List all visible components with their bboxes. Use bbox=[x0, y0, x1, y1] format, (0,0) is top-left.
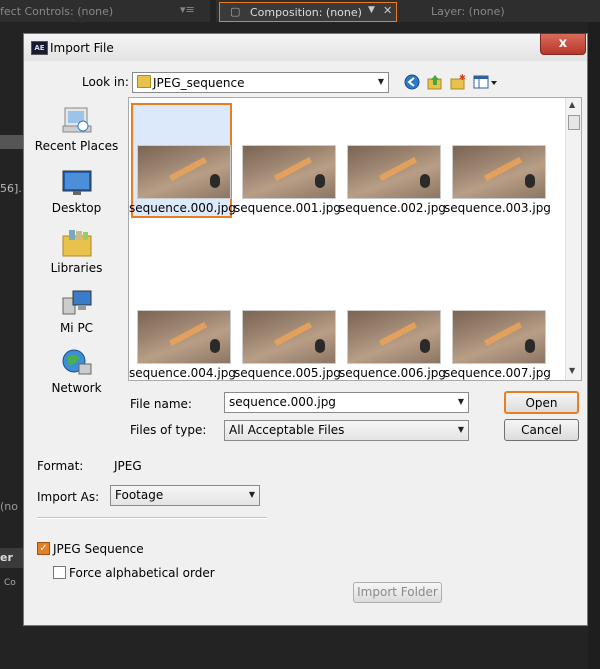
import-as-label: Import As: bbox=[37, 490, 100, 504]
file-name: sequence.002.jpg bbox=[339, 201, 446, 215]
force-alphabetical-label: Force alphabetical order bbox=[69, 566, 215, 580]
right-panel-strip bbox=[588, 22, 600, 669]
file-thumbnail bbox=[452, 310, 546, 364]
effect-controls-tab[interactable]: fect Controls: (none) bbox=[0, 5, 113, 18]
composition-menu-icon[interactable]: ▼ bbox=[368, 5, 375, 15]
file-item[interactable]: sequence.006.jpg bbox=[339, 267, 446, 380]
left-panel-text: 56]. bbox=[0, 182, 22, 195]
place-label: Network bbox=[51, 381, 102, 395]
format-label: Format: bbox=[37, 459, 84, 473]
chevron-down-icon: ▼ bbox=[377, 77, 384, 86]
lock-icon[interactable]: ▢ bbox=[230, 5, 240, 18]
file-name: sequence.006.jpg bbox=[339, 366, 446, 380]
scroll-thumb[interactable] bbox=[568, 115, 580, 130]
left-panel-text-4: Co bbox=[4, 578, 16, 588]
up-folder-icon[interactable] bbox=[427, 74, 443, 90]
view-menu-icon[interactable] bbox=[473, 74, 499, 90]
left-panel-text-3: er bbox=[0, 551, 13, 564]
file-item[interactable]: sequence.002.jpg bbox=[339, 102, 446, 220]
file-item[interactable]: sequence.004.jpg bbox=[129, 267, 236, 380]
file-name-label: File name: bbox=[130, 397, 192, 411]
place-desktop[interactable]: Desktop bbox=[24, 168, 129, 215]
file-name-input[interactable]: sequence.000.jpg ▼ bbox=[224, 392, 469, 413]
places-bar: Recent Places Desktop Libraries Mi PC Ne… bbox=[24, 96, 129, 426]
svg-text:✱: ✱ bbox=[459, 74, 466, 82]
after-effects-icon: AE bbox=[31, 41, 48, 55]
jpeg-sequence-label: JPEG Sequence bbox=[53, 542, 144, 556]
file-item[interactable]: sequence.000.jpg bbox=[129, 102, 236, 220]
libraries-icon bbox=[61, 228, 93, 258]
dialog-titlebar[interactable]: AE Import File x bbox=[24, 33, 587, 61]
file-thumbnail bbox=[242, 310, 336, 364]
look-in-value: JPEG_sequence bbox=[153, 76, 245, 90]
folder-icon bbox=[137, 75, 151, 88]
place-libraries[interactable]: Libraries bbox=[24, 228, 129, 275]
computer-icon bbox=[61, 288, 93, 318]
import-as-dropdown[interactable]: Footage ▼ bbox=[110, 485, 260, 506]
file-list-scrollbar[interactable]: ▲ ▼ bbox=[565, 98, 581, 380]
scroll-up-icon[interactable]: ▲ bbox=[569, 100, 575, 109]
file-thumbnail bbox=[242, 145, 336, 199]
file-name: sequence.007.jpg bbox=[444, 366, 551, 380]
files-of-type-dropdown[interactable]: All Acceptable Files ▼ bbox=[224, 420, 469, 441]
jpeg-sequence-checkbox[interactable]: ✓ bbox=[37, 542, 50, 555]
file-thumbnail bbox=[452, 145, 546, 199]
chevron-down-icon: ▼ bbox=[457, 425, 464, 434]
file-item[interactable]: sequence.007.jpg bbox=[444, 267, 551, 380]
look-in-label: Look in: bbox=[82, 75, 129, 89]
place-recent-places[interactable]: Recent Places bbox=[24, 106, 129, 153]
file-item[interactable]: sequence.005.jpg bbox=[234, 267, 341, 380]
file-name: sequence.000.jpg bbox=[129, 201, 236, 215]
place-label: Libraries bbox=[50, 261, 103, 275]
file-name: sequence.003.jpg bbox=[444, 201, 551, 215]
place-computer[interactable]: Mi PC bbox=[24, 288, 129, 335]
panel-menu-icon[interactable]: ▾≡ bbox=[180, 3, 195, 16]
composition-tab[interactable]: ▢ Composition: (none) ▼ ✕ bbox=[219, 2, 397, 22]
file-thumbnail bbox=[347, 310, 441, 364]
new-folder-icon[interactable]: ✱ bbox=[450, 73, 466, 90]
recent-places-icon bbox=[61, 106, 93, 136]
desktop-icon bbox=[61, 168, 93, 198]
close-button[interactable]: x bbox=[540, 33, 586, 55]
layer-tab[interactable]: Layer: (none) bbox=[431, 5, 505, 18]
import-as-value: Footage bbox=[115, 488, 164, 502]
file-name: sequence.004.jpg bbox=[129, 366, 236, 380]
place-label: Desktop bbox=[51, 201, 102, 215]
open-button[interactable]: Open bbox=[504, 391, 579, 414]
back-icon[interactable] bbox=[404, 74, 420, 90]
file-thumbnail bbox=[137, 310, 231, 364]
import-folder-button[interactable]: Import Folder bbox=[353, 582, 442, 603]
network-icon bbox=[61, 348, 93, 378]
composition-close-icon[interactable]: ✕ bbox=[383, 4, 392, 17]
composition-tab-label: Composition: (none) bbox=[250, 6, 362, 19]
files-of-type-value: All Acceptable Files bbox=[229, 423, 345, 437]
file-thumbnail bbox=[137, 145, 231, 199]
file-list-pane[interactable]: sequence.000.jpg sequence.001.jpg sequen… bbox=[128, 97, 582, 381]
file-name-value: sequence.000.jpg bbox=[229, 395, 336, 409]
import-file-dialog: AE Import File x Look in: JPEG_sequence … bbox=[23, 33, 588, 626]
files-of-type-label: Files of type: bbox=[130, 423, 207, 437]
left-panel-strip bbox=[0, 135, 23, 149]
scroll-down-icon[interactable]: ▼ bbox=[569, 366, 575, 375]
place-label: Recent Places bbox=[34, 139, 119, 153]
file-item[interactable]: sequence.003.jpg bbox=[444, 102, 551, 220]
place-network[interactable]: Network bbox=[24, 348, 129, 395]
place-label: Mi PC bbox=[59, 321, 94, 335]
chevron-down-icon: ▼ bbox=[457, 397, 464, 406]
look-in-dropdown[interactable]: JPEG_sequence ▼ bbox=[132, 72, 389, 93]
file-thumbnail bbox=[347, 145, 441, 199]
left-panel-text-2: (no bbox=[0, 500, 18, 513]
file-name: sequence.001.jpg bbox=[234, 201, 341, 215]
dialog-title: Import File bbox=[50, 41, 114, 55]
chevron-down-icon: ▼ bbox=[248, 490, 255, 499]
force-alphabetical-checkbox[interactable] bbox=[53, 566, 66, 579]
divider bbox=[37, 517, 267, 519]
format-value: JPEG bbox=[114, 459, 142, 473]
file-name: sequence.005.jpg bbox=[234, 366, 341, 380]
file-item[interactable]: sequence.001.jpg bbox=[234, 102, 341, 220]
cancel-button[interactable]: Cancel bbox=[504, 419, 579, 441]
